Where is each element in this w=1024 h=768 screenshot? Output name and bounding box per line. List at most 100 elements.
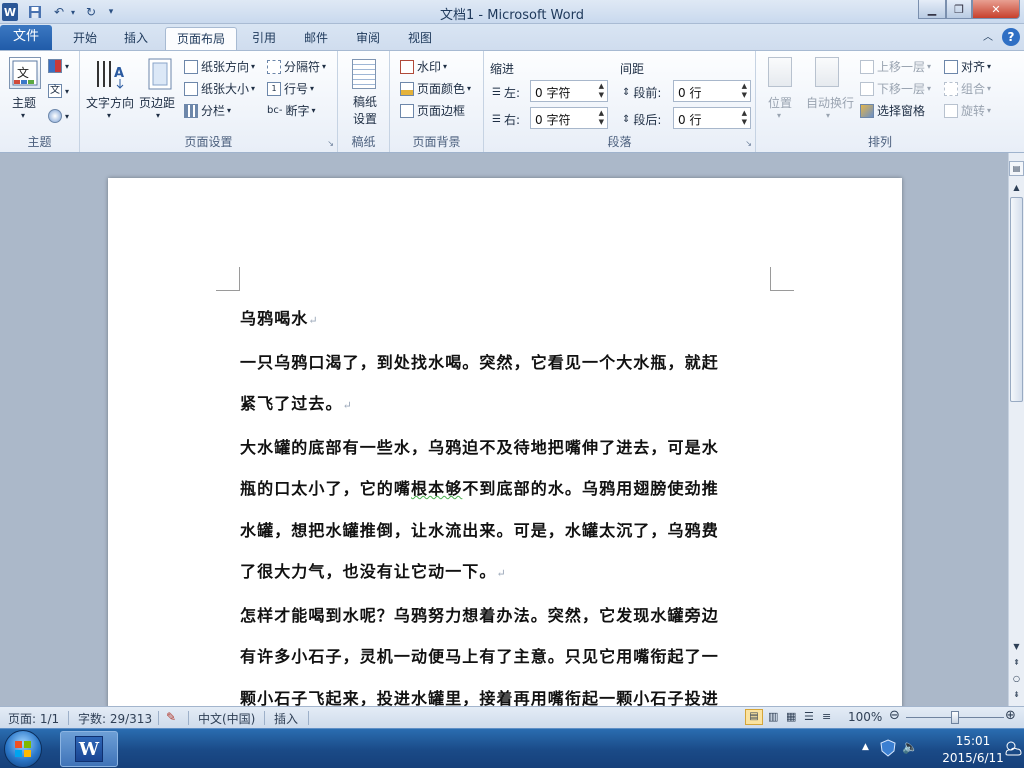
minimize-button[interactable]: ▁ xyxy=(918,0,946,19)
tab-review[interactable]: 审阅 xyxy=(346,27,390,51)
themes-button[interactable]: 主题 xyxy=(12,94,36,111)
tab-references[interactable]: 引用 xyxy=(242,27,286,51)
security-shield-icon[interactable] xyxy=(880,739,896,760)
web-layout-icon[interactable]: ▦ xyxy=(786,710,796,723)
margins-button[interactable]: 页边距 xyxy=(139,94,175,111)
tab-home[interactable]: 开始 xyxy=(60,27,110,51)
selection-pane-button[interactable]: 选择窗格 xyxy=(860,102,925,119)
columns-button[interactable]: 分栏 ▾ xyxy=(184,102,231,119)
print-layout-icon[interactable]: ▤ xyxy=(745,709,763,725)
zoom-level[interactable]: 100% xyxy=(848,710,882,724)
previous-page-icon[interactable]: ⇞ xyxy=(1009,655,1024,670)
title-bar: W ↶ ▾ ↻ ▾ 文档1 - Microsoft Word ▁ ❐ ✕ xyxy=(0,0,1024,24)
volume-icon[interactable]: 🔈 xyxy=(902,740,918,755)
group-objects-icon xyxy=(944,81,958,96)
indent-left-input[interactable]: 0 字符 ▲ ▼ xyxy=(530,80,608,102)
orientation-button[interactable]: 纸张方向 ▾ xyxy=(184,58,255,75)
draft-view-icon[interactable]: ≡ xyxy=(822,710,831,723)
text-direction-dropdown-icon[interactable]: ▾ xyxy=(107,111,111,120)
page-color-button[interactable]: 页面颜色 ▾ xyxy=(400,80,471,97)
line-numbers-button[interactable]: 1 行号 ▾ xyxy=(267,80,314,97)
text-direction-button[interactable]: 文字方向 xyxy=(86,94,134,111)
watermark-button[interactable]: 水印 ▾ xyxy=(400,58,447,75)
full-screen-reading-icon[interactable]: ▥ xyxy=(768,710,778,723)
taskbar-word-button[interactable]: W xyxy=(60,731,118,767)
wrap-text-button[interactable]: 自动换行 xyxy=(806,94,854,111)
send-backward-button[interactable]: 下移一层 ▾ xyxy=(860,80,931,97)
spacing-after-input[interactable]: 0 行 ▲ ▼ xyxy=(673,107,751,129)
tab-page-layout[interactable]: 页面布局 xyxy=(165,27,237,51)
theme-colors-icon[interactable]: ▾ xyxy=(48,59,69,73)
document-body[interactable]: 乌鸦喝水↵ 一只乌鸦口渴了，到处找水喝。突然，它看见一个大水瓶，就赶 紧飞了过去… xyxy=(240,298,772,719)
rotate-button[interactable]: 旋转 ▾ xyxy=(944,102,991,119)
tab-insert[interactable]: 插入 xyxy=(112,27,160,51)
scroll-down-icon[interactable]: ▼ xyxy=(1009,639,1024,654)
spinner-arrows-icon[interactable]: ▲ ▼ xyxy=(742,109,747,127)
spacing-label: 间距 xyxy=(620,62,645,76)
position-button[interactable]: 位置 xyxy=(768,94,792,111)
tab-file[interactable]: 文件 xyxy=(0,25,52,51)
document-title: 乌鸦喝水↵ xyxy=(240,309,319,328)
align-button[interactable]: 对齐 ▾ xyxy=(944,58,991,75)
spacing-before-input[interactable]: 0 行 ▲ ▼ xyxy=(673,80,751,102)
page-border-icon xyxy=(400,103,414,118)
spinner-arrows-icon[interactable]: ▲ ▼ xyxy=(742,82,747,100)
zoom-out-icon[interactable]: ⊖ xyxy=(889,708,900,723)
paragraph-launcher-icon[interactable]: ↘ xyxy=(745,139,752,148)
position-icon[interactable] xyxy=(768,57,792,87)
page-setup-launcher-icon[interactable]: ↘ xyxy=(327,139,334,148)
size-button[interactable]: 纸张大小 ▾ xyxy=(184,80,255,97)
show-hidden-icons-icon[interactable]: ▲ xyxy=(862,742,869,752)
wrap-text-dropdown-icon[interactable]: ▾ xyxy=(826,111,830,120)
theme-effects-icon[interactable]: ▾ xyxy=(48,109,69,123)
next-page-icon[interactable]: ⇟ xyxy=(1009,687,1024,702)
help-icon[interactable]: ? xyxy=(1002,28,1020,46)
hyphenation-button[interactable]: bc- 断字 ▾ xyxy=(267,102,316,119)
vertical-scrollbar[interactable]: ▤ ▲ ▼ ⇞ ○ ⇟ xyxy=(1008,153,1024,706)
position-dropdown-icon[interactable]: ▾ xyxy=(777,111,781,120)
clock-time[interactable]: 15:01 xyxy=(938,734,1008,748)
minimize-ribbon-icon[interactable]: ︿ xyxy=(980,27,996,51)
select-browse-object-icon[interactable]: ○ xyxy=(1009,671,1024,686)
group-draft-paper: 稿纸 设置 稿纸 xyxy=(338,51,390,152)
scroll-up-icon[interactable]: ▲ xyxy=(1009,180,1024,195)
group-objects-button[interactable]: 组合 ▾ xyxy=(944,80,991,97)
zoom-in-icon[interactable]: ⊕ xyxy=(1005,708,1016,723)
page-count[interactable]: 页面: 1/1 xyxy=(8,710,59,727)
tab-mailings[interactable]: 邮件 xyxy=(294,27,338,51)
page-border-button[interactable]: 页面边框 xyxy=(400,102,465,119)
language-indicator[interactable]: 中文(中国) xyxy=(198,710,255,727)
themes-icon[interactable]: 文 xyxy=(9,57,41,89)
margins-dropdown-icon[interactable]: ▾ xyxy=(156,111,160,120)
word-count[interactable]: 字数: 29/313 xyxy=(78,710,152,727)
scrollbar-thumb[interactable] xyxy=(1010,197,1023,402)
close-button[interactable]: ✕ xyxy=(972,0,1020,19)
start-button[interactable] xyxy=(4,730,42,768)
tab-view[interactable]: 视图 xyxy=(398,27,442,51)
weather-icon[interactable] xyxy=(1002,737,1024,762)
spinner-arrows-icon[interactable]: ▲ ▼ xyxy=(599,82,604,100)
text-direction-icon[interactable]: A xyxy=(94,57,128,91)
outline-view-icon[interactable]: ☰ xyxy=(804,710,814,723)
themes-dropdown-icon[interactable]: ▾ xyxy=(21,111,25,120)
group-paragraph-label: 段落 xyxy=(607,135,632,149)
group-page-background-label: 页面背景 xyxy=(412,135,461,149)
draft-paper-button[interactable]: 稿纸 设置 xyxy=(351,94,379,128)
draft-paper-icon[interactable] xyxy=(352,59,376,89)
ruler-toggle-icon[interactable]: ▤ xyxy=(1009,161,1024,176)
breaks-button[interactable]: 分隔符 ▾ xyxy=(267,58,326,75)
spinner-arrows-icon[interactable]: ▲ ▼ xyxy=(599,109,604,127)
indent-right-input[interactable]: 0 字符 ▲ ▼ xyxy=(530,107,608,129)
margins-icon[interactable] xyxy=(146,57,174,91)
paragraph-line: 水罐，想把水罐推倒，让水流出来。可是，水罐太沉了，乌鸦费 xyxy=(240,520,719,540)
document-page[interactable]: 乌鸦喝水↵ 一只乌鸦口渴了，到处找水喝。突然，它看见一个大水瓶，就赶 紧飞了过去… xyxy=(108,178,902,718)
restore-button[interactable]: ❐ xyxy=(946,0,972,19)
wrap-text-icon[interactable] xyxy=(815,57,839,87)
bring-forward-button[interactable]: 上移一层 ▾ xyxy=(860,58,931,75)
group-page-setup-label: 页面设置 xyxy=(184,135,233,149)
theme-fonts-icon[interactable]: 文 ▾ xyxy=(48,84,69,98)
clock-date[interactable]: 2015/6/11 xyxy=(934,751,1012,765)
zoom-slider-thumb[interactable] xyxy=(951,711,959,724)
proofing-icon[interactable]: ✎ xyxy=(166,710,176,724)
insert-mode-indicator[interactable]: 插入 xyxy=(274,710,298,727)
